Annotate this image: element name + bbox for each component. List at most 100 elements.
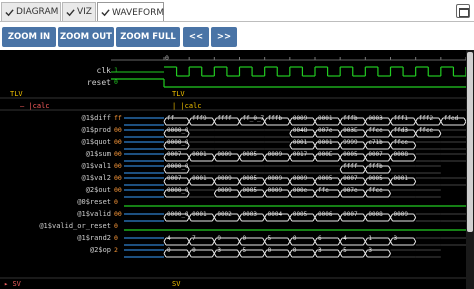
signal-name: @1$sum xyxy=(85,150,111,158)
signal-name: @2$op xyxy=(89,246,111,254)
wave-trace xyxy=(388,121,391,126)
wave-trace xyxy=(289,249,293,254)
wave-trace xyxy=(314,133,318,138)
wave-trace xyxy=(264,157,268,162)
wave-trace xyxy=(440,121,444,126)
wave-trace xyxy=(390,217,393,222)
prev-button[interactable]: << xyxy=(183,27,209,47)
zoom-in-button[interactable]: ZOOM IN xyxy=(2,27,56,47)
wave-trace xyxy=(314,237,318,242)
waveform-scrollbar[interactable] xyxy=(466,50,474,289)
wave-trace xyxy=(440,117,444,122)
segment-value: fffb xyxy=(343,115,358,122)
checkmark-icon xyxy=(66,8,75,17)
tab-diagram[interactable]: DIAGRAM xyxy=(1,2,61,21)
wave-trace xyxy=(337,217,341,222)
wave-trace xyxy=(213,117,217,122)
wave-trace xyxy=(390,129,393,134)
wave-trace xyxy=(213,241,217,246)
segment-value: 3 xyxy=(217,247,221,254)
wave-trace xyxy=(314,213,318,218)
scrollbar-thumb[interactable] xyxy=(467,52,473,232)
wave-trace xyxy=(239,177,242,182)
wave-trace xyxy=(289,121,293,126)
tab-viz[interactable]: VIZ xyxy=(62,2,96,21)
tab-diagram-label: DIAGRAM xyxy=(16,7,59,17)
wave-trace xyxy=(186,145,190,150)
wave-trace xyxy=(339,121,343,126)
wave-trace xyxy=(364,153,368,158)
wave-trace xyxy=(339,181,343,186)
signal-value: 0 xyxy=(114,222,118,230)
signal-name: @1$prod xyxy=(81,126,111,134)
wave-trace xyxy=(264,153,268,158)
wave-trace xyxy=(163,133,167,138)
segment-value: 0008 xyxy=(368,211,383,218)
wave-trace xyxy=(312,181,316,186)
wave-trace xyxy=(211,241,215,246)
signal-value: 00 xyxy=(114,150,122,158)
wave-trace xyxy=(239,237,242,242)
segment-value: 007e xyxy=(343,187,358,194)
wave-trace xyxy=(188,213,192,218)
signal-name-clk: clk xyxy=(96,66,111,75)
tab-waveform[interactable]: WAVEFORM xyxy=(97,2,164,22)
wave-trace xyxy=(339,145,343,150)
wave-trace xyxy=(287,253,291,258)
wave-trace xyxy=(289,141,293,146)
waveform-viewer[interactable]: clk reset @1$diff @1$prod @1$quot @1$sum @1$… xyxy=(0,50,474,289)
wave-trace xyxy=(237,121,240,126)
wave-trace xyxy=(339,133,343,138)
signal-name: @1$quot xyxy=(81,138,111,146)
wave-trace xyxy=(213,177,217,182)
wave-trace xyxy=(163,253,167,258)
segment-value: 3 xyxy=(368,247,372,254)
segment-value: 0002 xyxy=(217,211,232,218)
wave-trace xyxy=(415,117,419,122)
segment-value: 0 xyxy=(192,247,196,254)
wave-trace xyxy=(390,181,393,186)
wave-trace xyxy=(239,213,242,218)
wave-trace xyxy=(264,237,268,242)
zoom-out-button[interactable]: ZOOM OUT xyxy=(58,27,114,47)
wave-trace xyxy=(211,157,215,162)
wave-trace xyxy=(287,181,291,186)
wave-trace xyxy=(188,177,192,182)
maximize-icon[interactable] xyxy=(456,4,470,18)
signal-value: 0 xyxy=(114,198,118,206)
signal-value: 00 xyxy=(114,162,122,170)
wave-trace xyxy=(163,249,167,254)
signal-name: @2$out xyxy=(85,186,111,194)
wave-trace xyxy=(364,165,368,170)
next-button[interactable]: >> xyxy=(211,27,237,47)
segment-value: 0009 xyxy=(267,175,283,182)
wave-trace xyxy=(364,157,368,162)
wave-trace xyxy=(211,253,215,258)
segment-value: 0009 xyxy=(267,187,283,194)
segment-value: ffd3 xyxy=(393,127,408,134)
wave-trace xyxy=(289,177,293,182)
zoom-full-button[interactable]: ZOOM FULL xyxy=(116,27,180,47)
wave-trace xyxy=(163,237,167,242)
wave-trace xyxy=(188,181,192,186)
wave-trace xyxy=(186,193,190,198)
wave-trace xyxy=(339,165,343,170)
wave-trace xyxy=(188,253,192,258)
wave-trace xyxy=(239,189,242,194)
wave-trace xyxy=(314,241,318,246)
segment-value: ffff xyxy=(217,115,232,122)
wave-trace xyxy=(413,217,417,222)
segment-value: 0000_0000 xyxy=(167,127,189,134)
segment-value: fff9 xyxy=(192,115,207,122)
segment-value: 0001 xyxy=(192,211,207,218)
segment-value: 0005 xyxy=(343,151,358,158)
wave-trace xyxy=(413,121,417,126)
segment-value: 4 xyxy=(343,235,347,242)
wave-trace xyxy=(388,181,391,186)
wave-trace xyxy=(163,217,167,222)
wave-trace xyxy=(213,121,217,126)
wave-trace xyxy=(262,121,266,126)
wave-trace xyxy=(186,133,190,138)
wave-trace xyxy=(390,133,393,138)
wave-trace xyxy=(188,249,192,254)
